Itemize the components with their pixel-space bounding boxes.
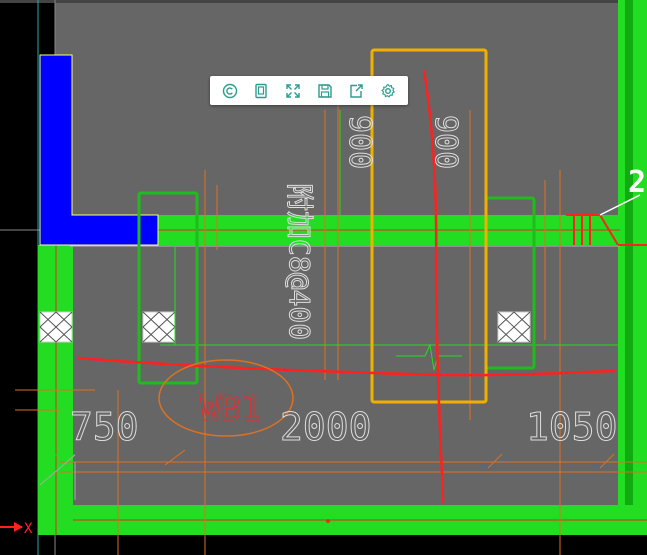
dim-750: 750 [70, 405, 139, 449]
export-icon [350, 83, 364, 98]
hatch-column-mid [142, 311, 176, 343]
save-icon [318, 83, 332, 98]
floating-toolbar [210, 76, 408, 105]
rebar-note: 附加C8@400 [283, 183, 316, 340]
copyright-button[interactable] [219, 80, 241, 102]
axis-x-label: X [24, 521, 33, 537]
vertical-dim-900-left: 900 [342, 115, 377, 169]
wb1-label: WB1 [200, 389, 261, 429]
export-button[interactable] [345, 80, 367, 102]
hatch-column-right [497, 311, 531, 343]
dim-1050: 1050 [526, 405, 618, 449]
vertical-dim-900-right: 900 [428, 115, 463, 169]
page-button[interactable] [250, 80, 272, 102]
fullscreen-icon [286, 83, 300, 98]
fullscreen-button[interactable] [282, 80, 304, 102]
settings-icon [381, 83, 396, 98]
edge-label: 2 [628, 165, 646, 200]
save-button[interactable] [314, 80, 336, 102]
settings-button[interactable] [377, 80, 399, 102]
hatch-column-left [39, 311, 73, 343]
page-icon [255, 83, 268, 98]
copyright-icon [222, 83, 238, 98]
dim-2000: 2000 [280, 405, 372, 449]
